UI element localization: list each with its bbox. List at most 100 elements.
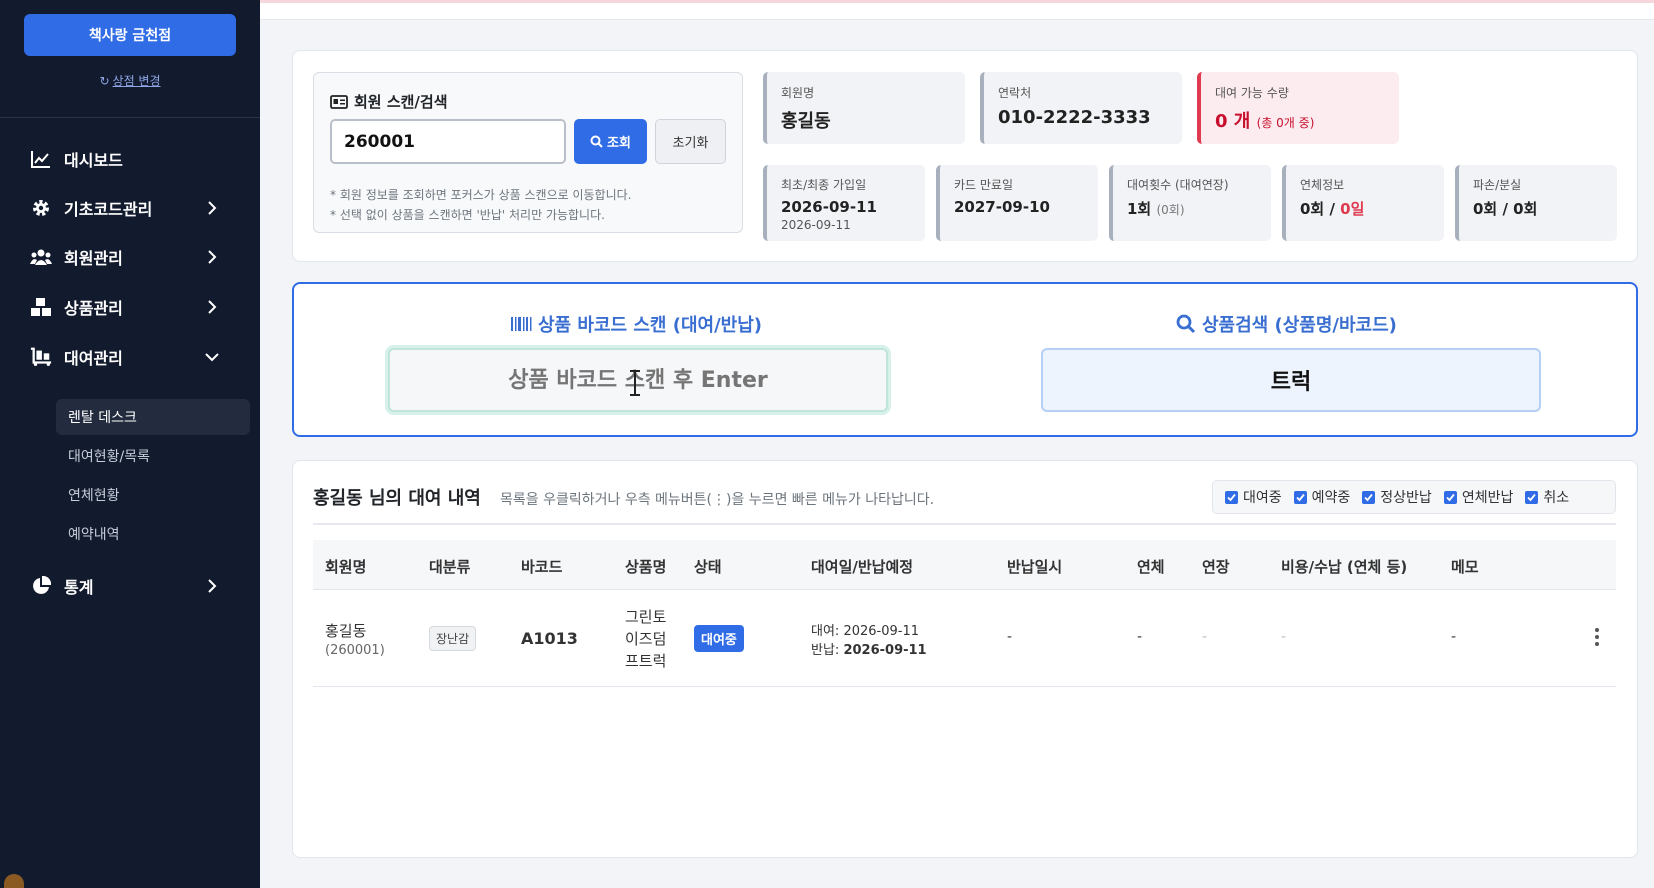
sidebar-divider — [0, 117, 260, 118]
member-search-input[interactable] — [330, 119, 566, 164]
card-expiry-label: 카드 만료일 — [954, 178, 1014, 192]
rental-available-box: 대여 가능 수량 0 개 (총 0개 중) — [1197, 72, 1399, 144]
nav-label: 회원관리 — [64, 249, 123, 268]
row-due-date: 반납: 2026-09-11 — [811, 639, 927, 658]
card-expiry-value: 2027-09-10 — [954, 198, 1050, 216]
kebab-menu-icon[interactable] — [1589, 627, 1605, 647]
col-cost[interactable]: 비용/수납 (연체 등) — [1281, 556, 1407, 577]
chevron-right-icon — [208, 201, 217, 215]
member-name-value: 홍길동 — [781, 111, 831, 132]
member-phone-label: 연락처 — [998, 86, 1032, 100]
nav-basecode[interactable]: 기초코드관리 — [30, 191, 236, 225]
damage-value: 0회 / 0회 — [1473, 200, 1538, 218]
member-name-box: 회원명 홍길동 — [763, 72, 965, 144]
col-rent-due[interactable]: 대여일/반납예정 — [811, 556, 913, 577]
lookup-button-label: 조회 — [607, 136, 631, 151]
member-scan-box: 회원 스캔/검색 조회 초기화 * 회원 정보를 조회하면 포커스가 상품 스캔… — [313, 72, 743, 233]
store-change-label: 상점 변경 — [112, 74, 161, 88]
filter-label: 대여중 — [1243, 490, 1282, 506]
checkbox-checked-icon — [1293, 490, 1307, 504]
status-filters: 대여중 예약중 정상반납 연체반납 취소 — [1212, 480, 1616, 514]
row-product-line1: 그린토 — [625, 608, 667, 626]
col-returned-at[interactable]: 반납일시 — [1007, 556, 1062, 577]
gear-icon — [30, 197, 52, 219]
nav-label: 통계 — [64, 578, 94, 597]
lookup-button[interactable]: 조회 — [574, 119, 647, 164]
filter-returned[interactable]: 정상반납 — [1362, 487, 1432, 507]
filter-label: 예약중 — [1311, 490, 1351, 506]
join-date-first: 2026-09-11 — [781, 198, 877, 216]
nav-label: 상품관리 — [64, 299, 123, 318]
nav-stats[interactable]: 통계 — [30, 569, 236, 603]
filter-label: 연체반납 — [1461, 490, 1514, 506]
overdue-box: 연체정보 0회 / 0일 — [1282, 165, 1444, 241]
checkbox-checked-icon — [1443, 490, 1457, 504]
nav-label: 대여관리 — [64, 349, 123, 368]
sub-item-overdue[interactable]: 연체현황 — [56, 477, 250, 513]
history-hint: 목록을 우클릭하거나 우측 메뉴버튼(⋮)을 누르면 빠른 메뉴가 나타납니다. — [500, 492, 935, 508]
col-category[interactable]: 대분류 — [429, 556, 470, 577]
nav-dashboard[interactable]: 대시보드 — [30, 142, 236, 176]
card-expiry-box: 카드 만료일 2027-09-10 — [936, 165, 1098, 241]
rental-available-total: (총 0개 중) — [1256, 116, 1315, 130]
filter-label: 정상반납 — [1380, 490, 1432, 506]
col-overdue[interactable]: 연체 — [1137, 556, 1165, 577]
nav-rental[interactable]: 대여관리 — [30, 340, 236, 374]
row-rent-date: 대여: 2026-09-11 — [811, 620, 919, 639]
chevron-right-icon — [208, 250, 217, 264]
users-icon — [30, 246, 52, 268]
row-rent-label: 대여: — [811, 624, 840, 639]
product-search-title-text: 상품검색 (상품명/바코드) — [1202, 315, 1397, 336]
nav-members[interactable]: 회원관리 — [30, 240, 236, 274]
overdue-label: 연체정보 — [1300, 178, 1345, 192]
rental-count-number: 1회 — [1127, 200, 1152, 218]
col-member[interactable]: 회원명 — [325, 556, 366, 577]
member-phone-box: 연락처 010-2222-3333 — [980, 72, 1182, 144]
row-extend: - — [1202, 629, 1208, 645]
member-name-label: 회원명 — [781, 86, 815, 100]
reset-button[interactable]: 초기화 — [655, 119, 726, 164]
row-barcode: A1013 — [521, 629, 578, 648]
sub-item-rental-desk[interactable]: 렌탈 데스크 — [56, 399, 250, 435]
rental-available-value: 0 개 (총 0개 중) — [1215, 107, 1399, 133]
col-memo[interactable]: 메모 — [1451, 556, 1479, 577]
member-scan-title: 회원 스캔/검색 — [330, 91, 448, 112]
row-rent-value: 2026-09-11 — [843, 624, 920, 639]
nav-products[interactable]: 상품관리 — [30, 290, 236, 324]
col-status[interactable]: 상태 — [694, 556, 722, 577]
sub-item-rental-status[interactable]: 대여현황/목록 — [56, 438, 250, 474]
nav-label: 기초코드관리 — [64, 200, 153, 219]
join-date-box: 최초/최종 가입일 2026-09-11 2026-09-11 — [763, 165, 925, 241]
store-button[interactable]: 책사랑 금천점 — [24, 14, 236, 56]
table-row[interactable]: 홍길동 (260001) 장난감 A1013 그린토 이즈덤 프트럭 대여중 대… — [313, 591, 1616, 687]
product-search-input[interactable] — [1041, 348, 1541, 412]
text-cursor-icon — [630, 370, 640, 396]
col-extend[interactable]: 연장 — [1202, 556, 1230, 577]
filter-renting[interactable]: 대여중 — [1225, 487, 1282, 507]
rental-count-extension: (0회) — [1156, 203, 1185, 217]
history-title: 홍길동 님의 대여 내역 — [313, 488, 481, 509]
row-cost: - — [1281, 629, 1287, 645]
col-barcode[interactable]: 바코드 — [521, 556, 562, 577]
rental-available-count: 0 개 — [1215, 111, 1251, 132]
rental-count-value: 1회 (0회) — [1127, 198, 1271, 219]
scan-note-1: * 회원 정보를 조회하면 포커스가 상품 스캔으로 이동합니다. — [330, 188, 632, 202]
sub-item-reservations[interactable]: 예약내역 — [56, 516, 250, 552]
row-returned: - — [1007, 629, 1013, 645]
filter-late-returned[interactable]: 연체반납 — [1443, 487, 1514, 507]
store-change-link[interactable]: ↻ 상점 변경 — [0, 72, 260, 89]
chevron-right-icon — [208, 579, 217, 593]
barcode-icon — [511, 317, 532, 331]
row-due-value: 2026-09-11 — [843, 643, 927, 658]
scan-note-2: * 선택 없이 상품을 스캔하면 '반납' 처리만 가능합니다. — [330, 208, 605, 222]
product-search-title: 상품검색 (상품명/바코드) — [1176, 311, 1397, 337]
col-product[interactable]: 상품명 — [625, 556, 666, 577]
row-memo: - — [1451, 629, 1457, 645]
checkbox-checked-icon — [1525, 490, 1539, 504]
filter-reserved[interactable]: 예약중 — [1293, 487, 1351, 507]
filter-cancelled[interactable]: 취소 — [1525, 487, 1569, 507]
row-due-label: 반납: — [811, 643, 840, 658]
barcode-scan-title: 상품 바코드 스캔 (대여/반납) — [510, 311, 762, 337]
member-scan-title-text: 회원 스캔/검색 — [354, 93, 448, 111]
damage-box: 파손/분실 0회 / 0회 — [1455, 165, 1617, 241]
